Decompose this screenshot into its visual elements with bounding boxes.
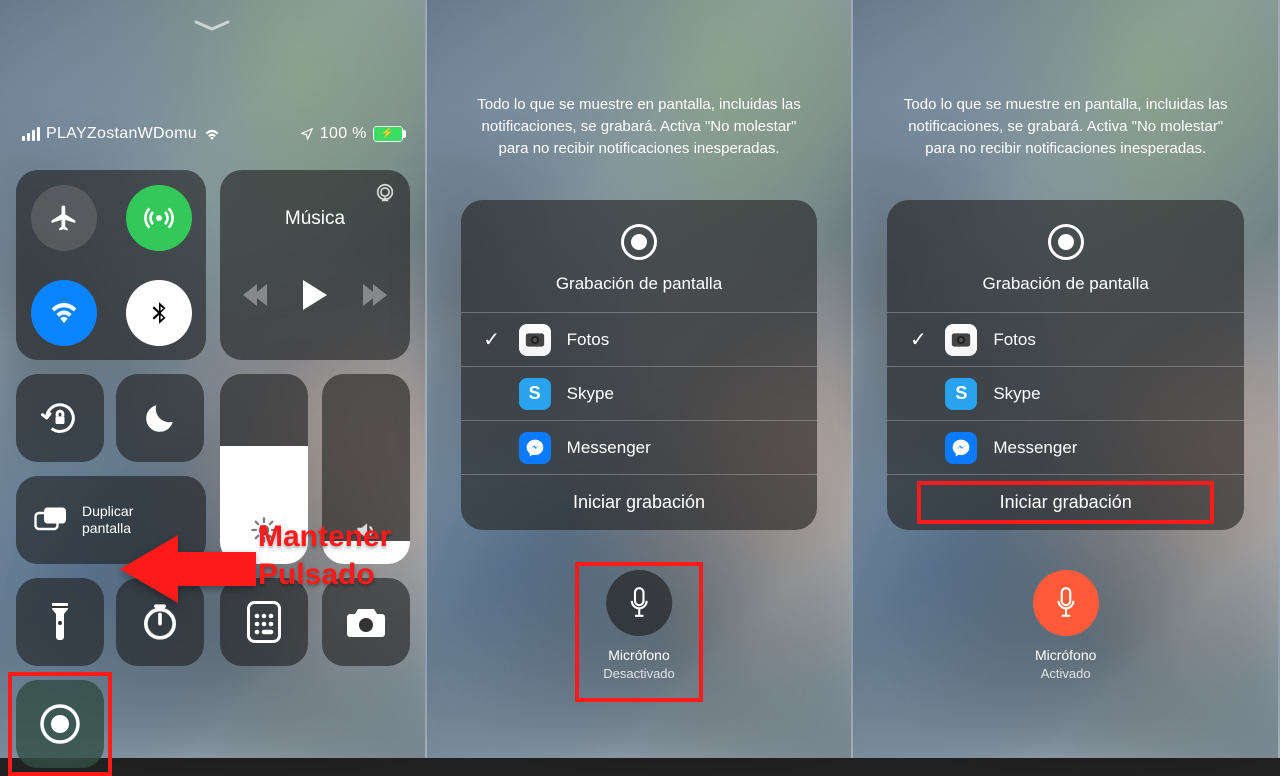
rotation-lock-toggle[interactable] — [16, 374, 104, 462]
checkmark-icon: ✓ — [907, 327, 929, 352]
music-play-button[interactable] — [303, 280, 327, 310]
recording-sheet: Grabación de pantalla ✓ Fotos S Skype Me… — [887, 200, 1244, 530]
microphone-label: Micrófono — [1035, 647, 1096, 663]
app-option-label: Messenger — [567, 438, 651, 458]
bluetooth-toggle[interactable] — [126, 280, 192, 346]
photos-app-icon — [519, 324, 551, 356]
cell-signal-icon — [22, 127, 40, 141]
wifi-toggle[interactable] — [31, 280, 97, 346]
app-option-skype[interactable]: S Skype — [461, 366, 818, 420]
microphone-label: Micrófono — [608, 647, 669, 663]
checkmark-icon: ✓ — [481, 327, 503, 352]
record-icon — [1048, 224, 1084, 260]
connectivity-tile[interactable] — [16, 170, 206, 360]
recording-sheet-title: Grabación de pantalla — [556, 274, 722, 294]
photos-app-icon — [945, 324, 977, 356]
microphone-toggle[interactable]: Micrófono Activado — [1033, 570, 1099, 683]
do-not-disturb-toggle[interactable] — [116, 374, 204, 462]
screen-mirroring-icon — [34, 506, 68, 534]
music-next-button[interactable] — [363, 284, 383, 306]
panel-record-options-mic-on: Todo lo que se muestre en pantalla, incl… — [853, 0, 1280, 758]
status-bar: PLAYZostanWDomu 100 % ⚡ — [0, 125, 425, 143]
carrier-name: PLAYZostanWDomu — [46, 125, 197, 143]
skype-app-icon: S — [945, 378, 977, 410]
app-option-label: Messenger — [993, 438, 1077, 458]
collapse-chevron-icon[interactable] — [192, 18, 232, 32]
microphone-icon — [1053, 586, 1079, 620]
battery-percent: 100 % — [320, 125, 367, 143]
app-option-skype[interactable]: S Skype — [887, 366, 1244, 420]
panel-record-options-mic-off: Todo lo que se muestre en pantalla, incl… — [427, 0, 854, 758]
music-tile[interactable]: Música — [220, 170, 410, 360]
microphone-state: Activado — [1041, 666, 1091, 681]
skype-app-icon: S — [519, 378, 551, 410]
record-icon — [621, 224, 657, 260]
app-option-messenger[interactable]: Messenger — [887, 420, 1244, 474]
app-option-label: Fotos — [567, 330, 610, 350]
airplane-mode-toggle[interactable] — [31, 185, 97, 251]
music-title: Música — [220, 208, 410, 230]
record-icon — [39, 703, 81, 745]
music-prev-button[interactable] — [247, 284, 267, 306]
screen-mirroring-label: Duplicar pantalla — [82, 503, 133, 538]
messenger-app-icon — [945, 432, 977, 464]
messenger-app-icon — [519, 432, 551, 464]
airplay-icon[interactable] — [374, 182, 396, 204]
panel-control-center: PLAYZostanWDomu 100 % ⚡ — [0, 0, 427, 758]
microphone-toggle[interactable]: Micrófono Desactivado — [603, 570, 675, 683]
recording-sheet: Grabación de pantalla ✓ Fotos S Skype Me… — [461, 200, 818, 530]
cellular-data-toggle[interactable] — [126, 185, 192, 251]
app-option-fotos[interactable]: ✓ Fotos — [887, 312, 1244, 366]
app-option-messenger[interactable]: Messenger — [461, 420, 818, 474]
start-recording-button[interactable]: Iniciar grabación — [887, 474, 1244, 530]
recording-info-text: Todo lo que se muestre en pantalla, incl… — [891, 94, 1240, 159]
annotation-arrow — [120, 535, 256, 603]
microphone-icon — [626, 586, 652, 620]
recording-info-text: Todo lo que se muestre en pantalla, incl… — [465, 94, 814, 159]
app-option-fotos[interactable]: ✓ Fotos — [461, 312, 818, 366]
flashlight-button[interactable] — [16, 578, 104, 666]
app-option-label: Skype — [567, 384, 614, 404]
screen-record-button[interactable] — [16, 680, 104, 768]
app-option-label: Fotos — [993, 330, 1036, 350]
app-option-label: Skype — [993, 384, 1040, 404]
battery-icon: ⚡ — [373, 126, 403, 142]
recording-sheet-title: Grabación de pantalla — [983, 274, 1149, 294]
microphone-state: Desactivado — [603, 666, 675, 681]
annotation-text: MantenerPulsado — [258, 518, 391, 593]
location-icon — [300, 127, 314, 141]
start-recording-button[interactable]: Iniciar grabación — [461, 474, 818, 530]
wifi-icon — [203, 127, 221, 141]
